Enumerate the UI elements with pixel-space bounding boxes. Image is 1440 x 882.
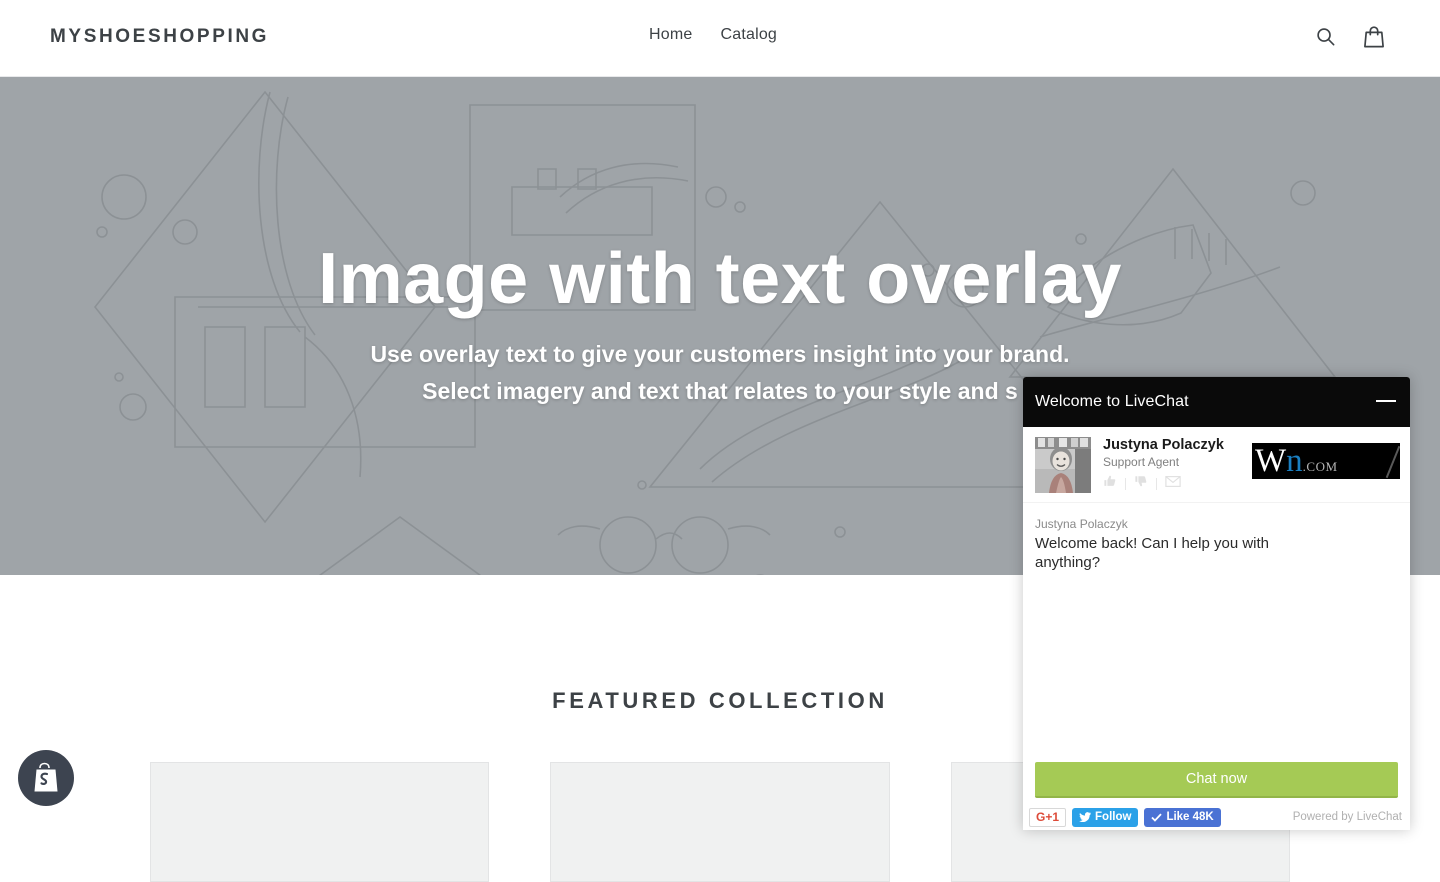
nav-item-catalog[interactable]: Catalog [720, 26, 777, 44]
chat-title: Welcome to LiveChat [1035, 393, 1189, 410]
google-plus-one-button[interactable]: G+1 [1029, 807, 1067, 827]
twitter-follow-label: Follow [1095, 811, 1132, 823]
chat-cta-container: Chat now [1023, 762, 1410, 804]
hero-heading: Image with text overlay [318, 238, 1122, 319]
sponsor-logo-n: n [1286, 443, 1303, 479]
thumbs-up-icon[interactable] [1103, 474, 1117, 493]
action-divider [1125, 477, 1126, 490]
site-brand-logo[interactable]: MYSHOESHOPPING [50, 26, 269, 48]
sponsor-logo-slash [1385, 445, 1400, 479]
chat-agent-bar: Justyna Polaczyk Support Agent W n .COM [1023, 427, 1410, 503]
product-card[interactable] [150, 762, 490, 882]
cart-icon[interactable] [1362, 24, 1386, 49]
chat-footer: G+1 Follow Like 48K Powered by LiveChat [1023, 804, 1410, 830]
facebook-like-button[interactable]: Like 48K [1144, 807, 1221, 827]
hero-subheading-line-1: Use overlay text to give your customers … [370, 340, 1070, 367]
message-author: Justyna Polaczyk [1035, 517, 1128, 531]
shopify-logo-badge[interactable] [18, 750, 74, 806]
search-icon[interactable] [1314, 25, 1337, 48]
site-header: MYSHOESHOPPING Home Catalog [0, 0, 1440, 77]
main-navigation: Home Catalog [649, 26, 777, 44]
chat-now-button[interactable]: Chat now [1035, 762, 1398, 798]
sponsor-logo-w: W [1255, 443, 1287, 479]
message-text: Welcome back! Can I help you with anythi… [1035, 535, 1270, 572]
agent-avatar [1035, 436, 1091, 493]
facebook-like-label: Like 48K [1166, 811, 1214, 823]
twitter-follow-button[interactable]: Follow [1072, 807, 1139, 827]
header-icon-group [1314, 24, 1386, 49]
check-icon [1151, 813, 1163, 822]
sponsor-logo-wn[interactable]: W n .COM [1252, 443, 1400, 479]
twitter-bird-icon [1079, 812, 1091, 822]
chat-header-bar[interactable]: Welcome to LiveChat [1023, 377, 1410, 427]
social-buttons: G+1 Follow Like 48K [1029, 807, 1221, 827]
chat-minimize-icon[interactable] [1376, 400, 1396, 402]
powered-by-label: Powered by LiveChat [1292, 811, 1402, 823]
chat-message-area: Justyna Polaczyk Welcome back! Can I hel… [1023, 503, 1410, 762]
agent-photo [1035, 436, 1091, 493]
shopify-bag-icon [34, 762, 58, 792]
sponsor-logo-com: .COM [1302, 459, 1338, 474]
hero-subheading-line-2: Select imagery and text that relates to … [422, 377, 1018, 404]
action-divider [1156, 477, 1157, 490]
product-card[interactable] [550, 762, 890, 882]
livechat-widget: Welcome to LiveChat Justyna Polaczyk Sup… [1023, 377, 1410, 830]
envelope-icon[interactable] [1165, 475, 1181, 493]
nav-item-home[interactable]: Home [649, 26, 692, 44]
thumbs-down-icon[interactable] [1134, 474, 1148, 493]
